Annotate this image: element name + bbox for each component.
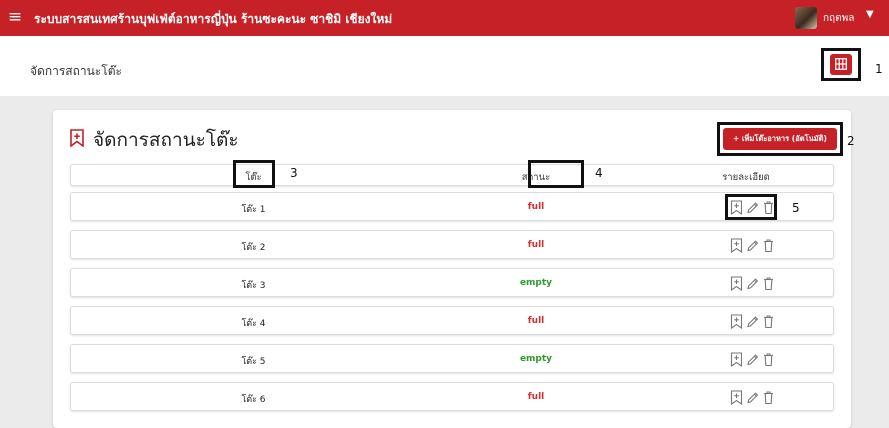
bookmark-plus-icon bbox=[70, 129, 84, 147]
pencil-icon[interactable] bbox=[746, 314, 760, 330]
row-actions bbox=[730, 276, 776, 292]
table-row: โต๊ะ 5 empty bbox=[70, 344, 834, 373]
app-title: ระบบสารสนเทศร้านบุฟเฟ่ต์อาหารญี่ปุ่น ร้า… bbox=[34, 12, 393, 26]
table-name: โต๊ะ 3 bbox=[241, 281, 266, 291]
table-row: โต๊ะ 2 full bbox=[70, 230, 834, 259]
username-label[interactable]: กฤตพล bbox=[823, 11, 854, 26]
pencil-icon[interactable] bbox=[746, 352, 760, 368]
annotation-4: 4 bbox=[595, 166, 603, 180]
breadcrumb-bar: จัดการสถานะโต๊ะ bbox=[0, 36, 889, 96]
status-label: empty bbox=[519, 278, 553, 288]
table-row: โต๊ะ 6 full bbox=[70, 382, 834, 411]
add-detail-icon[interactable] bbox=[730, 352, 744, 368]
hamburger-menu-icon[interactable]: ≡ bbox=[6, 6, 24, 28]
status-label: full bbox=[527, 240, 545, 250]
grid-view-button-face[interactable] bbox=[830, 54, 852, 75]
add-detail-icon[interactable] bbox=[730, 238, 744, 254]
status-label: empty bbox=[519, 354, 553, 364]
table-row: โต๊ะ 1 full bbox=[70, 192, 834, 221]
status-label: full bbox=[527, 202, 545, 212]
header-detail: รายละเอียด bbox=[722, 172, 770, 183]
annotation-box-3 bbox=[233, 160, 275, 188]
add-detail-icon[interactable] bbox=[730, 390, 744, 406]
trash-icon[interactable] bbox=[762, 238, 776, 254]
row-actions bbox=[730, 238, 776, 254]
row-actions bbox=[730, 314, 776, 330]
row-actions bbox=[730, 352, 776, 368]
table-header-row: โต๊ะ สถานะ รายละเอียด bbox=[70, 160, 834, 188]
table-name: โต๊ะ 5 bbox=[241, 357, 266, 367]
pencil-icon[interactable] bbox=[746, 276, 760, 292]
user-avatar[interactable] bbox=[795, 7, 817, 29]
table-row: โต๊ะ 4 full bbox=[70, 306, 834, 335]
trash-icon[interactable] bbox=[762, 276, 776, 292]
caret-down-icon[interactable]: ▼ bbox=[866, 9, 874, 20]
annotation-box-5 bbox=[725, 194, 777, 220]
table-name: โต๊ะ 1 bbox=[241, 205, 266, 215]
table-status-card: จัดการสถานะโต๊ะ + เพิ่มโต๊ะอาหาร (อัตโนม… bbox=[53, 110, 851, 428]
grid-icon bbox=[835, 58, 847, 70]
table-name: โต๊ะ 4 bbox=[241, 319, 266, 329]
status-label: full bbox=[527, 392, 545, 402]
breadcrumb: จัดการสถานะโต๊ะ bbox=[30, 64, 122, 78]
trash-icon[interactable] bbox=[762, 314, 776, 330]
add-table-button[interactable]: + เพิ่มโต๊ะอาหาร (อัตโนมัติ) bbox=[723, 128, 837, 150]
annotation-5: 5 bbox=[792, 201, 800, 215]
grid-view-button[interactable] bbox=[821, 48, 861, 81]
status-label: full bbox=[527, 316, 545, 326]
annotation-box-4 bbox=[528, 160, 584, 188]
table-name: โต๊ะ 2 bbox=[241, 243, 266, 253]
pencil-icon[interactable] bbox=[746, 238, 760, 254]
annotation-3: 3 bbox=[290, 166, 298, 180]
row-actions bbox=[730, 390, 776, 406]
table-name: โต๊ะ 6 bbox=[241, 395, 266, 405]
annotation-2: 2 bbox=[847, 134, 855, 148]
trash-icon[interactable] bbox=[762, 390, 776, 406]
add-detail-icon[interactable] bbox=[730, 314, 744, 330]
pencil-icon[interactable] bbox=[746, 390, 760, 406]
add-detail-icon[interactable] bbox=[730, 276, 744, 292]
table-row: โต๊ะ 3 empty bbox=[70, 268, 834, 297]
add-table-button-frame: + เพิ่มโต๊ะอาหาร (อัตโนมัติ) bbox=[717, 122, 843, 156]
trash-icon[interactable] bbox=[762, 352, 776, 368]
top-navbar: ≡ ระบบสารสนเทศร้านบุฟเฟ่ต์อาหารญี่ปุ่น ร… bbox=[0, 0, 889, 36]
card-title: จัดการสถานะโต๊ะ bbox=[93, 129, 239, 151]
annotation-1: 1 bbox=[875, 62, 883, 76]
